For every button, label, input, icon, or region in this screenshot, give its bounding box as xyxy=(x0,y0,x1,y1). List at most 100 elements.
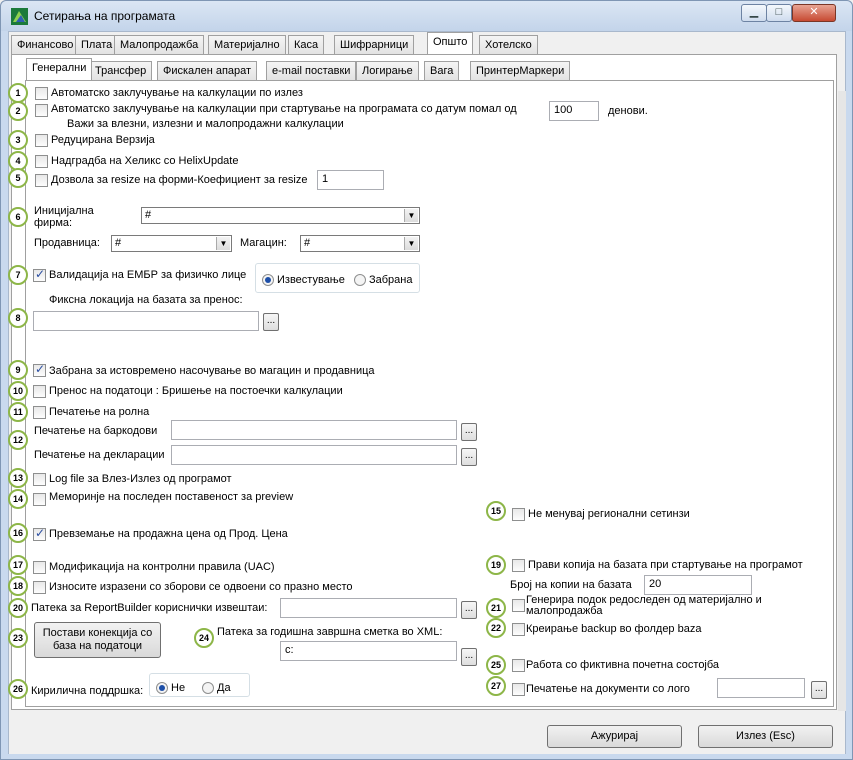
forbid-radio[interactable] xyxy=(354,274,366,286)
tab-opsto[interactable]: Општо xyxy=(427,32,474,54)
subtab-vaga[interactable]: Вага xyxy=(424,61,460,80)
forbid-simultaneous-checkbox[interactable] xyxy=(33,362,46,377)
auto-lock-startup-sublabel: Важи за влезни, излезни и малопродажни к… xyxy=(67,118,344,130)
logo-browse-button[interactable]: ... xyxy=(811,681,827,699)
barcode-browse-button[interactable]: ... xyxy=(461,423,477,441)
badge-16: 16 xyxy=(8,523,28,543)
window-title: Сетирања на програмата xyxy=(34,9,176,23)
preview-memory-checkbox[interactable] xyxy=(33,493,46,506)
initial-firm-select[interactable]: # ▼ xyxy=(141,207,420,224)
fixed-location-input[interactable] xyxy=(33,311,259,331)
tab-hotelsko[interactable]: Хотелско xyxy=(479,35,538,54)
helix-update-label: Надградба на Хеликс со HelixUpdate xyxy=(51,155,239,167)
badge-18: 18 xyxy=(8,576,28,596)
close-icon[interactable]: ✕ xyxy=(792,4,836,22)
warehouse-value: # xyxy=(304,237,311,249)
badge-24: 24 xyxy=(194,628,214,648)
log-file-label: Log file за Влез-Излез од програмот xyxy=(49,473,232,485)
uac-checkbox[interactable] xyxy=(33,561,46,574)
embr-validation-checkbox[interactable] xyxy=(33,267,46,282)
xml-browse-button[interactable]: ... xyxy=(461,648,477,666)
badge-12: 12 xyxy=(8,430,28,450)
minimize-icon[interactable]: ▁ xyxy=(741,4,767,22)
badge-25: 25 xyxy=(486,655,506,675)
subtab-generalni[interactable]: Генерални xyxy=(26,58,93,80)
generate-order-checkbox[interactable] xyxy=(512,599,525,612)
logo-printing-checkbox[interactable] xyxy=(512,683,525,696)
badge-10: 10 xyxy=(8,381,28,401)
reduced-version-checkbox[interactable] xyxy=(35,134,48,147)
roll-printing-checkbox[interactable] xyxy=(33,406,46,419)
subtab-transfer[interactable]: Трансфер xyxy=(89,61,153,80)
subtab-logiranje[interactable]: Логирање xyxy=(356,61,419,80)
db-copy-label: Прави копија на базата при стартување на… xyxy=(528,559,803,571)
cyrillic-no-radio[interactable] xyxy=(156,682,168,694)
tab-sifrarnici[interactable]: Шифрарници xyxy=(334,35,415,54)
reportbuilder-path-input[interactable] xyxy=(280,598,457,618)
warehouse-select[interactable]: # ▼ xyxy=(300,235,420,252)
barcode-printing-label: Печатење на баркодови xyxy=(34,425,158,437)
fictive-state-checkbox[interactable] xyxy=(512,659,525,672)
db-connection-button[interactable]: Постави конекција со база на податоци xyxy=(34,622,161,658)
tab-kasa[interactable]: Каса xyxy=(288,35,325,54)
sale-price-label: Превземање на продажна цена од Прод. Цен… xyxy=(49,528,288,540)
store-select[interactable]: # ▼ xyxy=(111,235,232,252)
declaration-browse-button[interactable]: ... xyxy=(461,448,477,466)
db-copy-checkbox[interactable] xyxy=(512,559,525,572)
cyrillic-yes-label: Да xyxy=(217,682,231,694)
barcode-printing-input[interactable] xyxy=(171,420,457,440)
helix-update-checkbox[interactable] xyxy=(35,155,48,168)
auto-lock-startup-label: Автоматско заклучување на калкулации при… xyxy=(51,103,517,115)
exit-button[interactable]: Излез (Esc) xyxy=(698,725,833,748)
badge-6: 6 xyxy=(8,207,28,227)
preview-memory-label: Меморинје на последен поставеност за pre… xyxy=(49,491,294,503)
logo-path-input[interactable] xyxy=(717,678,805,698)
store-value: # xyxy=(115,237,122,249)
sale-price-checkbox[interactable] xyxy=(33,526,46,541)
auto-lock-exit-checkbox[interactable] xyxy=(35,87,48,100)
badge-5: 5 xyxy=(8,168,28,188)
data-transfer-checkbox[interactable] xyxy=(33,385,46,398)
amounts-words-label: Износите изразени со зборови се одвоени … xyxy=(49,581,353,593)
cyrillic-no-label: Не xyxy=(171,682,186,694)
xml-path-input[interactable]: c: xyxy=(280,641,457,661)
cyrillic-yes-radio[interactable] xyxy=(202,682,214,694)
notify-radio[interactable] xyxy=(262,274,274,286)
badge-2: 2 xyxy=(8,101,28,121)
backup-folder-checkbox[interactable] xyxy=(512,623,525,636)
uac-label: Модификација на контролни правила (UAC) xyxy=(49,561,275,573)
badge-14: 14 xyxy=(8,489,28,509)
badge-22: 22 xyxy=(486,618,506,638)
save-button[interactable]: Ажурирај xyxy=(547,725,682,748)
subtab-printer-markeri[interactable]: ПринтерМаркери xyxy=(470,61,571,80)
days-input[interactable]: 100 xyxy=(549,101,599,121)
resize-checkbox[interactable] xyxy=(35,174,48,187)
badge-23: 23 xyxy=(8,628,28,648)
tab-maloprodazba[interactable]: Малопродажба xyxy=(114,35,205,54)
resize-coefficient-input[interactable]: 1 xyxy=(317,170,384,190)
auto-lock-startup-checkbox[interactable] xyxy=(35,104,48,117)
badge-7: 7 xyxy=(8,265,28,285)
declaration-printing-label: Печатење на декларации xyxy=(34,449,165,461)
scrollbar[interactable] xyxy=(838,91,846,711)
maximize-icon[interactable]: □ xyxy=(766,4,792,22)
badge-26: 26 xyxy=(8,679,28,699)
badge-1: 1 xyxy=(8,83,28,103)
tab-plata[interactable]: Плата xyxy=(75,35,119,54)
declaration-printing-input[interactable] xyxy=(171,445,457,465)
tab-finansovo[interactable]: Финансово xyxy=(11,35,80,54)
log-file-checkbox[interactable] xyxy=(33,473,46,486)
auto-lock-exit-label: Автоматско заклучување на калкулации по … xyxy=(51,87,303,99)
subtab-email[interactable]: e-mail поставки xyxy=(266,61,357,80)
fixed-location-browse-button[interactable]: ... xyxy=(263,313,279,331)
backup-folder-label: Креирање backup во фолдер baza xyxy=(526,623,702,635)
regional-settings-checkbox[interactable] xyxy=(512,508,525,521)
amounts-words-checkbox[interactable] xyxy=(33,581,46,594)
reportbuilder-browse-button[interactable]: ... xyxy=(461,601,477,619)
copy-count-input[interactable]: 20 xyxy=(644,575,752,595)
notify-radio-label: Известување xyxy=(277,274,345,286)
chevron-down-icon: ▼ xyxy=(404,237,418,250)
subtab-fiskalen-aparat[interactable]: Фискален апарат xyxy=(157,61,258,80)
reduced-version-label: Редуцирана Верзија xyxy=(51,134,155,146)
tab-materijalno[interactable]: Материјално xyxy=(208,35,286,54)
